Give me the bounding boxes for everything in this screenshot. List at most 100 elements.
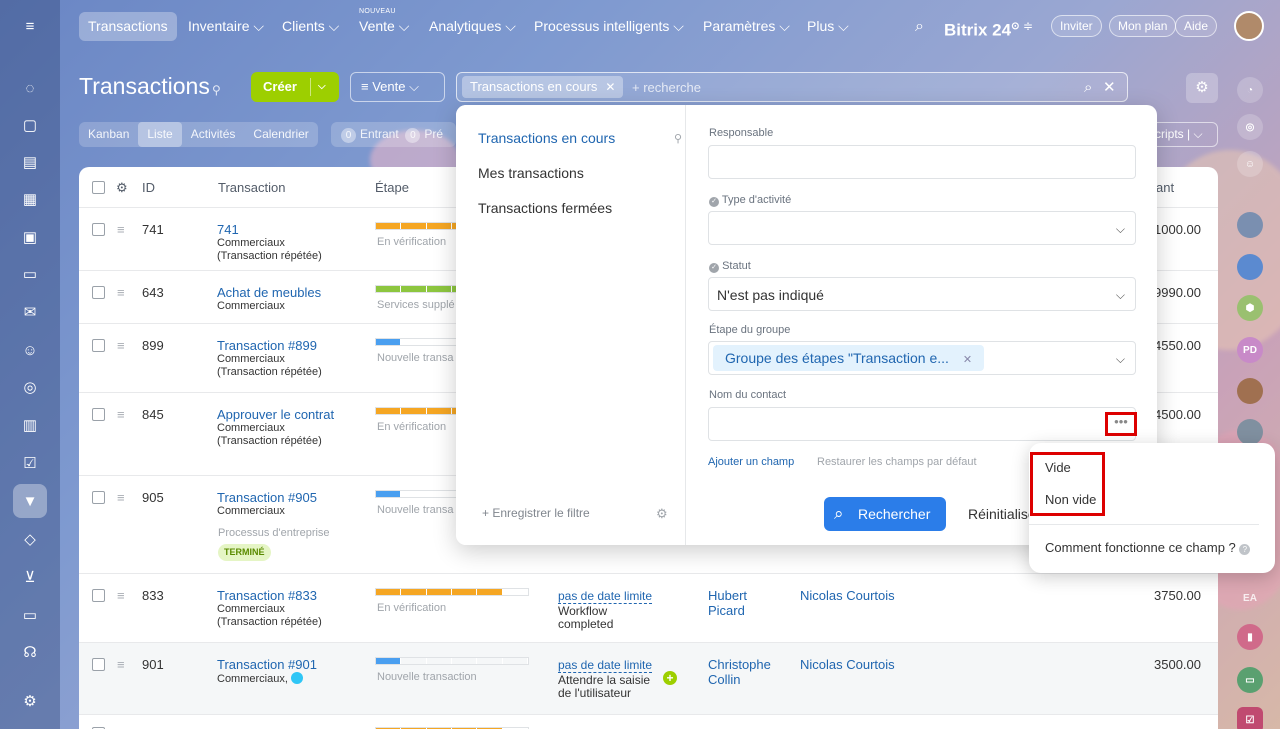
nav-transactions[interactable]: Transactions xyxy=(79,12,177,41)
contact-name-input[interactable] xyxy=(708,407,1136,441)
cart-icon[interactable]: ⊻ xyxy=(19,566,41,588)
search-button[interactable]: ⌕ Rechercher xyxy=(824,497,946,531)
add-field-link[interactable]: Ajouter un champ xyxy=(708,456,794,468)
tab-list[interactable]: Liste xyxy=(138,122,182,147)
nav-settings[interactable]: Paramètres ⌵ xyxy=(703,12,790,41)
document-icon[interactable]: ▤ xyxy=(19,151,41,173)
stage-progress[interactable] xyxy=(375,657,529,665)
search-icon[interactable]: ⌕ xyxy=(915,12,924,41)
contact-avatar[interactable] xyxy=(1237,378,1263,404)
chevron-down-icon[interactable]: ⌵ xyxy=(318,72,326,102)
spiral-icon[interactable]: ◎ xyxy=(1237,114,1263,140)
preset-my-deals[interactable]: Mes transactions xyxy=(478,165,584,181)
row-menu-icon[interactable]: ≡ xyxy=(117,408,130,421)
row-checkbox[interactable] xyxy=(92,658,105,671)
stage-group-tag[interactable]: Groupe des étapes "Transaction e... ✕ xyxy=(713,345,985,371)
bookmark-icon[interactable]: ▮ xyxy=(1237,624,1263,650)
column-id[interactable]: ID xyxy=(142,180,155,195)
status-select[interactable]: N'est pas indiqué ⌵ xyxy=(708,277,1136,311)
chat-icon[interactable]: ▢ xyxy=(19,114,41,136)
contact-initials[interactable]: EA xyxy=(1237,585,1263,611)
column-stage[interactable]: Étape xyxy=(375,180,409,195)
scripts-button[interactable]: cripts | ⌵ xyxy=(1150,122,1218,147)
contact-initials[interactable]: PD xyxy=(1237,337,1263,363)
circle-icon[interactable]: ◎ xyxy=(19,376,41,398)
tab-kanban[interactable]: Kanban xyxy=(79,122,138,147)
invite-button[interactable]: Inviter xyxy=(1051,15,1102,37)
nav-more[interactable]: Plus ⌵ xyxy=(807,12,849,41)
sliders-icon[interactable]: ≑ xyxy=(1023,12,1033,41)
row-menu-icon[interactable]: ≡ xyxy=(117,491,130,504)
calendar-icon[interactable]: ▦ xyxy=(19,188,41,210)
active-filter-chip[interactable]: Transactions en cours ✕ xyxy=(462,76,624,98)
row-checkbox[interactable] xyxy=(92,223,105,236)
contacts-icon[interactable]: ☺ xyxy=(19,339,41,361)
group-icon[interactable]: ⬢ xyxy=(1237,295,1263,321)
deadline-link[interactable]: pas de date limite xyxy=(558,589,653,604)
search-icon[interactable]: ⌕ xyxy=(1084,73,1092,103)
nav-smart-processes[interactable]: Processus intelligents ⌵ xyxy=(534,12,684,41)
deal-title[interactable]: Approuver le contrat xyxy=(217,407,334,422)
table-row[interactable]: ≡ 833 Transaction #833 Commerciaux (Tran… xyxy=(79,573,1218,642)
row-menu-icon[interactable]: ≡ xyxy=(117,658,130,671)
monitor-icon[interactable]: ▭ xyxy=(19,604,41,626)
row-menu-icon[interactable]: ≡ xyxy=(117,223,130,236)
deal-title[interactable]: Achat de meubles xyxy=(217,285,321,300)
row-checkbox[interactable] xyxy=(92,408,105,421)
gear-icon[interactable]: ⚙ xyxy=(656,506,668,522)
table-row[interactable] xyxy=(79,714,1218,729)
stage-progress[interactable] xyxy=(375,588,529,596)
column-amount[interactable]: ant xyxy=(1156,180,1174,195)
user-avatar[interactable] xyxy=(1234,11,1264,41)
stage-group-select[interactable]: Groupe des étapes "Transaction e... ✕ ⌵ xyxy=(708,341,1136,375)
add-activity-icon[interactable]: + xyxy=(663,671,677,685)
box-icon[interactable]: ◇ xyxy=(19,528,41,550)
deadline-link[interactable]: pas de date limite xyxy=(558,658,653,673)
presentation-icon[interactable]: ▥ xyxy=(19,414,41,436)
crm-filter-icon[interactable]: ▼ xyxy=(13,484,47,518)
hamburger-icon[interactable]: ≡ xyxy=(19,15,41,37)
row-checkbox[interactable] xyxy=(92,339,105,352)
pin-icon[interactable]: ⚲ xyxy=(212,83,221,97)
settings-icon[interactable]: ⚙ xyxy=(19,690,41,712)
mail-icon[interactable]: ✉ xyxy=(19,301,41,323)
help-link[interactable]: Comment fonctionne ce champ ? ? xyxy=(1045,540,1251,555)
row-menu-icon[interactable]: ≡ xyxy=(117,339,130,352)
pipeline-selector[interactable]: ≡ Vente ⌵ xyxy=(350,72,445,102)
reset-button[interactable]: Réinitialiser xyxy=(968,497,1036,531)
close-icon[interactable]: ✕ xyxy=(963,354,972,366)
nav-analytics[interactable]: Analytiques ⌵ xyxy=(429,12,516,41)
responsible-input[interactable] xyxy=(708,145,1136,179)
option-not-empty[interactable]: Non vide xyxy=(1045,492,1096,507)
contact-avatar[interactable] xyxy=(1237,212,1263,238)
card-icon[interactable]: ▭ xyxy=(1237,667,1263,693)
contact-avatar[interactable] xyxy=(1237,254,1263,280)
preset-current-deals[interactable]: Transactions en cours xyxy=(478,130,615,146)
nav-sales[interactable]: Vente ⌵ xyxy=(359,12,409,41)
chat-bubble-icon[interactable]: ☺ xyxy=(1237,151,1263,177)
file-icon[interactable]: ▣ xyxy=(19,226,41,248)
pin-icon[interactable]: ⚲ xyxy=(674,132,682,145)
nav-clients[interactable]: Clients ⌵ xyxy=(282,12,339,41)
chat-icon[interactable] xyxy=(290,672,303,684)
row-checkbox[interactable] xyxy=(92,286,105,299)
contact-link[interactable]: Nicolas Courtois xyxy=(800,657,895,672)
activity-type-select[interactable]: ⌵ xyxy=(708,211,1136,245)
tab-activities[interactable]: Activités xyxy=(182,122,245,147)
card-icon[interactable]: ▭ xyxy=(19,263,41,285)
row-menu-icon[interactable]: ≡ xyxy=(117,589,130,602)
bell-icon[interactable]: ◔ xyxy=(1237,77,1263,103)
help-button[interactable]: Aide xyxy=(1175,15,1218,37)
column-deal[interactable]: Transaction xyxy=(218,180,285,195)
deal-title[interactable]: Transaction #833 xyxy=(217,588,322,603)
deal-title[interactable]: 741 xyxy=(217,222,322,237)
contact-avatar[interactable] xyxy=(1237,419,1263,445)
row-menu-icon[interactable]: ≡ xyxy=(117,286,130,299)
tasks-icon[interactable]: ☑ xyxy=(19,452,41,474)
more-options-icon[interactable]: ••• xyxy=(1105,412,1137,436)
preset-closed-deals[interactable]: Transactions fermées xyxy=(478,200,612,216)
checklist-icon[interactable]: ☑ xyxy=(1237,707,1263,729)
nav-inventory[interactable]: Inventaire ⌵ xyxy=(188,12,264,41)
contact-link[interactable]: Nicolas Courtois xyxy=(800,588,895,603)
close-icon[interactable]: ✕ xyxy=(1103,73,1116,103)
